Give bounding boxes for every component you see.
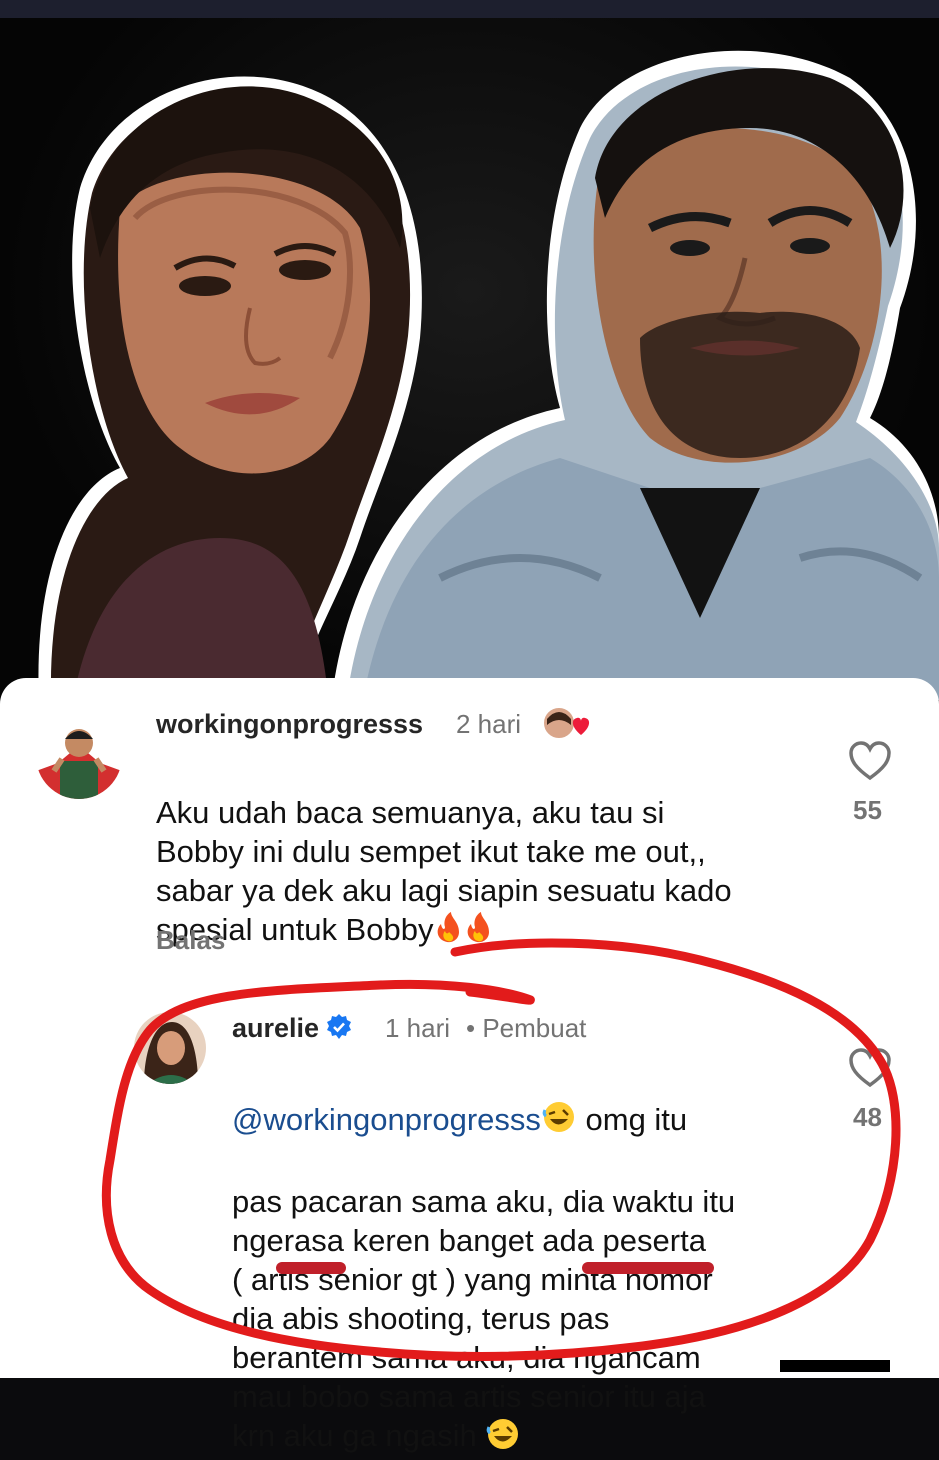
creator-label: • Pembuat <box>466 1013 587 1043</box>
mention-link[interactable]: @workingonprogresss <box>232 1102 541 1137</box>
rofl-emoji <box>485 1417 521 1460</box>
like-count: 48 <box>853 1102 882 1132</box>
man-figure <box>331 50 939 700</box>
comment-timestamp: 1 hari <box>385 1013 451 1043</box>
like-heart-icon[interactable] <box>848 741 892 786</box>
comment-username-text: aurelie <box>232 1013 320 1043</box>
like-heart-icon[interactable] <box>848 1048 892 1093</box>
header-photo <box>0 18 939 700</box>
reply-button[interactable]: Balas <box>156 925 225 956</box>
top-status-strip <box>0 0 939 18</box>
comment-text: pas pacaran sama aku, dia waktu itu nger… <box>232 1184 736 1454</box>
comment-text-inline: omg itu <box>576 1102 688 1137</box>
creator-liked-heart-icon <box>541 705 593 741</box>
comment-username[interactable]: aurelie <box>232 1013 353 1048</box>
corner-bar <box>780 1360 890 1372</box>
avatar-workingonprogresss[interactable] <box>36 713 122 799</box>
comment-username[interactable]: workingonprogresss <box>156 709 423 740</box>
comment-body: Aku udah baca semuanya, aku tau si Bobby… <box>156 754 732 953</box>
comment-timestamp: 2 hari <box>456 709 522 739</box>
rofl-emoji <box>541 1100 577 1143</box>
fire-emoji <box>433 910 493 953</box>
verified-badge-icon <box>325 1013 353 1048</box>
like-count: 55 <box>853 795 882 825</box>
comment-body: @workingonprogresss omg itu pas pacaran … <box>232 1061 735 1460</box>
avatar-aurelie[interactable] <box>134 1012 206 1084</box>
